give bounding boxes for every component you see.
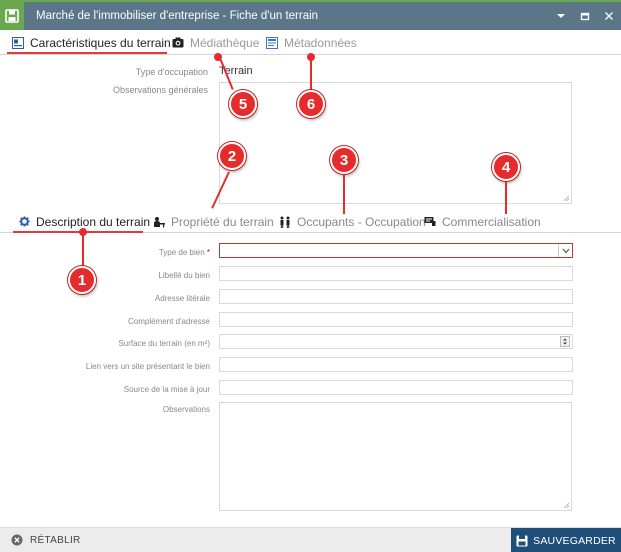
tab-label: Description du terrain [36,214,151,229]
tab-commercialisation[interactable]: Commercialisation [423,209,541,234]
type-occupation-label: Type d'occupation [135,67,208,77]
callout-4-marker: 4 [492,153,520,181]
tab-label: Propriété du terrain [171,214,274,229]
tab-label: Caractéristiques du terrain [30,35,171,50]
main-tabs: Caractéristiques du terrain Médiathèque … [0,30,621,55]
description-tabs: Description du terrain Propriété du terr… [0,209,621,233]
lien-label: Lien vers un site présentant le bien [85,362,210,371]
observations-generales-label: Observations générales [112,85,208,95]
resize-handle-icon[interactable] [563,502,569,508]
type-de-bien-label: Type de bien * [10,248,210,257]
tab-mediatheque[interactable]: Médiathèque [171,30,259,55]
callout-1-marker: 1 [68,266,96,294]
callout-3-marker: 3 [330,146,358,174]
callout-4-line [505,182,507,214]
complement-label: Complément d'adresse [127,317,210,326]
source-label: Source de la mise à jour [123,385,210,394]
save-label: SAUVEGARDER [533,534,616,547]
callout-6-line [310,58,312,90]
footer-bar: RÉTABLIR SAUVEGARDER [0,527,621,552]
surface-label: Surface du terrain (en m²) [118,339,210,348]
resize-handle-icon[interactable] [563,195,569,201]
complement-input[interactable] [219,312,573,327]
adresse-label: Adresse litérale [154,294,210,303]
reset-label: RÉTABLIR [30,534,81,546]
tab-label: Commercialisation [442,214,541,229]
camera-icon [171,36,185,50]
floppy-disk-icon [516,535,528,546]
chevron-down-icon[interactable] [558,244,572,257]
lien-input[interactable] [219,357,573,372]
active-subtab-underline [13,231,143,233]
observations-label: Observations [162,405,210,414]
gear-icon [17,215,31,229]
spinner-icon[interactable] [560,336,570,347]
close-icon[interactable] [597,2,621,30]
tab-label: Médiathèque [190,35,260,50]
document-icon [265,36,279,50]
tab-propriete[interactable]: Propriété du terrain [152,209,274,234]
reset-button[interactable]: RÉTABLIR [11,534,81,546]
sign-icon [423,215,437,229]
tab-label: Occupants - Occupation [297,214,426,229]
chevron-down-icon[interactable] [549,2,573,30]
title-bar: Marché de l'immobiliser d'entreprise - F… [0,0,621,30]
save-button[interactable]: SAUVEGARDER [511,528,621,552]
type-de-bien-select[interactable] [219,243,573,258]
id-card-icon [11,36,25,50]
tab-metadonnees[interactable]: Métadonnées [265,30,357,55]
tab-label: Métadonnées [284,35,357,50]
observations-generales-textarea[interactable] [219,82,572,204]
libelle-input[interactable] [219,266,573,281]
adresse-input[interactable] [219,289,573,304]
type-de-bien-text: Type de bien [158,248,205,257]
callout-1-line [82,232,84,266]
tab-occupants[interactable]: Occupants - Occupation [278,209,426,234]
surface-input[interactable] [219,334,573,349]
observations-textarea[interactable] [219,402,572,511]
libelle-label: Libellé du bien [158,271,210,280]
restore-window-icon[interactable] [573,2,597,30]
callout-2-marker: 2 [218,142,246,170]
required-marker: * [206,248,210,257]
callout-6-marker: 6 [297,90,325,118]
floppy-disk-app-icon [0,2,24,30]
callout-5-marker: 5 [229,90,257,118]
cancel-circle-icon [11,534,23,546]
person-desk-icon [152,215,166,229]
callout-3-line [343,175,345,214]
window-title: Marché de l'immobiliser d'entreprise - F… [36,10,319,22]
active-tab-underline [7,52,167,54]
people-icon [278,215,292,229]
source-input[interactable] [219,380,573,395]
